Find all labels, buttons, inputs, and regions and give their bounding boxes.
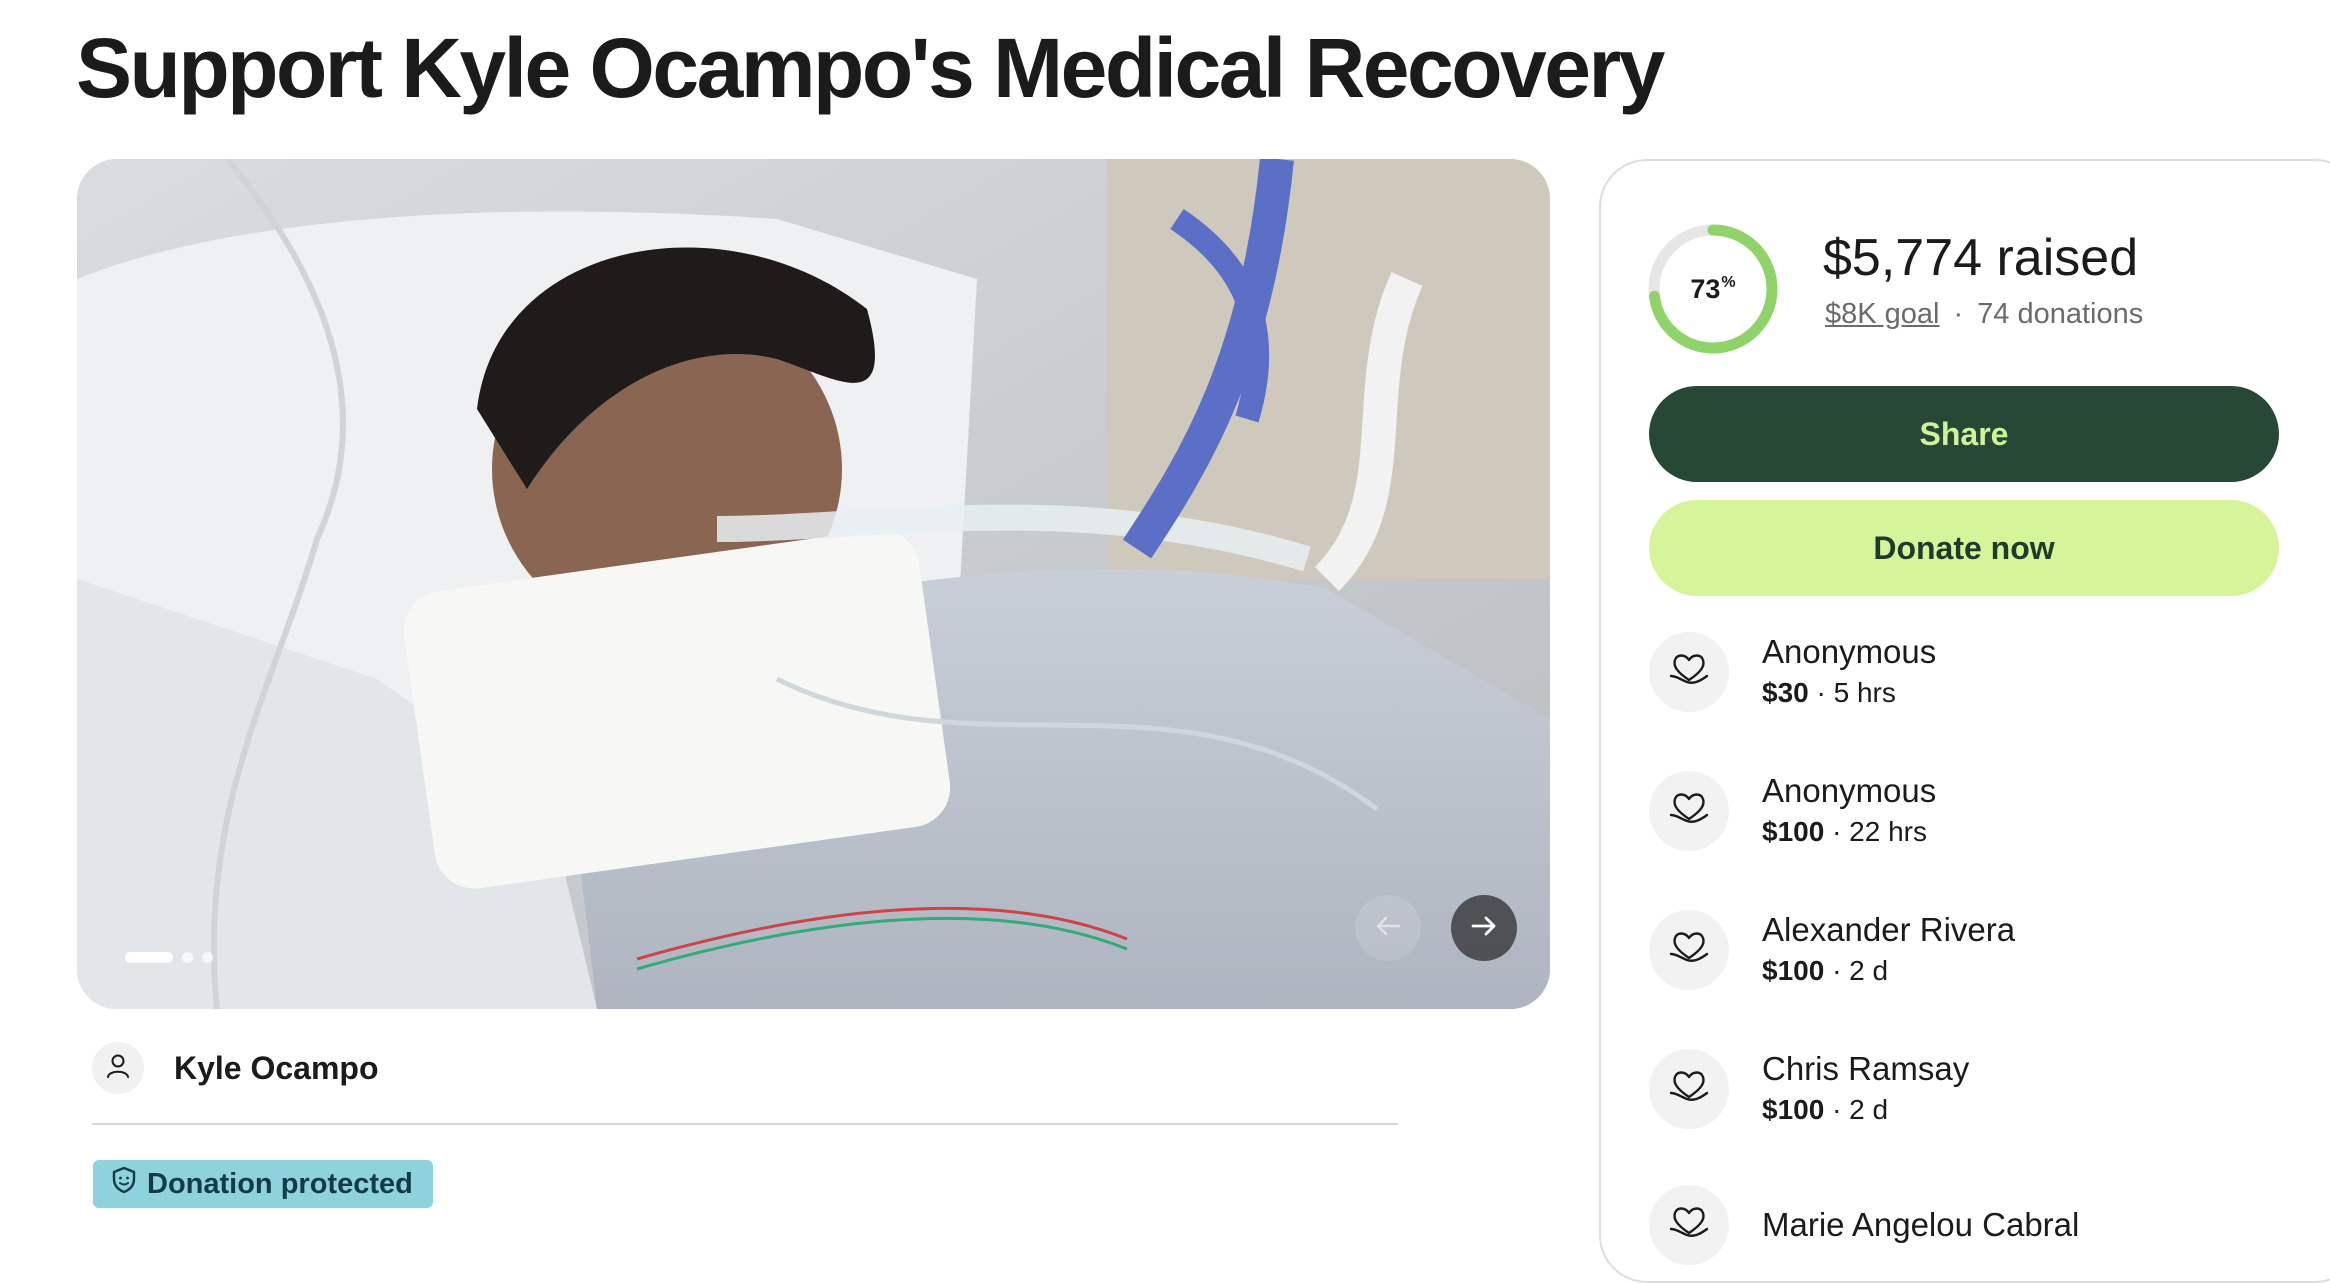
arrow-left-icon [1375,915,1401,942]
donation-amount: $100 [1762,955,1825,986]
donor-name: Marie Angelou Cabral [1762,1206,2080,1243]
donation-protected-badge[interactable]: Donation protected [93,1160,433,1208]
heart-hand-icon [1667,650,1711,695]
heart-hand-icon [1667,789,1711,834]
donation-amount: $100 [1762,816,1825,847]
goal-stats: $8K goal · 74 donations [1825,298,2143,331]
progress-percent: 73% [1646,222,1780,356]
slide-dot[interactable] [182,952,193,963]
donation-time: · 22 hrs [1832,816,1928,847]
donation-amount: $30 [1762,677,1809,708]
avatar [92,1042,144,1094]
donate-now-button[interactable]: Donate now [1649,500,2279,596]
slide-indicators[interactable] [125,952,213,963]
divider [92,1123,1398,1125]
donation-text: Marie Angelou Cabral [1762,1204,2079,1246]
donation-text: Anonymous $30 · 5 hrs [1762,631,1936,713]
organizer[interactable]: Kyle Ocampo [92,1042,379,1094]
hospital-photo-image [77,159,1550,1009]
donation-item: Chris Ramsay $100 · 2 d [1649,1044,1969,1134]
donation-meta: $100 · 22 hrs [1762,812,1936,852]
donation-item: Marie Angelou Cabral [1649,1180,2079,1270]
donor-avatar [1649,1185,1729,1265]
donation-text: Alexander Rivera $100 · 2 d [1762,909,2015,991]
donation-item: Anonymous $100 · 22 hrs [1649,766,1936,856]
previous-photo-button[interactable] [1355,895,1421,961]
badge-label: Donation protected [147,1167,413,1200]
goal-link[interactable]: $8K goal [1825,298,1940,330]
share-button[interactable]: Share [1649,386,2279,482]
donor-name: Chris Ramsay [1762,1050,1970,1087]
heart-hand-icon [1667,1067,1711,1112]
donation-text: Chris Ramsay $100 · 2 d [1762,1048,1969,1130]
campaign-photo[interactable] [77,159,1550,1009]
donor-avatar [1649,632,1729,712]
donation-time: · 2 d [1832,955,1889,986]
next-photo-button[interactable] [1451,895,1517,961]
arrow-right-icon [1471,915,1497,942]
organizer-name[interactable]: Kyle Ocampo [174,1050,379,1087]
donation-time: · 5 hrs [1816,677,1896,708]
donation-meta: $100 · 2 d [1762,951,2015,991]
slide-dot-active[interactable] [125,952,173,963]
amount-raised: $5,774 raised [1823,229,2139,287]
progress-percent-symbol: % [1721,274,1736,291]
heart-hand-icon [1667,1203,1711,1248]
donation-item: Anonymous $30 · 5 hrs [1649,627,1936,717]
progress-percent-value: 73 [1690,273,1721,304]
donation-meta: $100 · 2 d [1762,1090,1969,1130]
donation-count: 74 donations [1977,298,2144,330]
donor-avatar [1649,910,1729,990]
donation-amount: $100 [1762,1094,1825,1125]
donation-meta: $30 · 5 hrs [1762,673,1936,713]
slide-dot[interactable] [202,952,213,963]
donation-time: · 2 d [1832,1094,1889,1125]
heart-hand-icon [1667,928,1711,973]
donor-name: Alexander Rivera [1762,911,2016,948]
donor-name: Anonymous [1762,772,1937,809]
stats-separator: · [1953,298,1964,330]
donor-avatar [1649,771,1729,851]
donor-name: Anonymous [1762,633,1937,670]
user-icon [104,1052,132,1085]
shield-icon [111,1166,137,1202]
donor-avatar [1649,1049,1729,1129]
page-title: Support Kyle Ocampo's Medical Recovery [76,21,1665,115]
donation-item: Alexander Rivera $100 · 2 d [1649,905,2015,995]
donation-text: Anonymous $100 · 22 hrs [1762,770,1936,852]
